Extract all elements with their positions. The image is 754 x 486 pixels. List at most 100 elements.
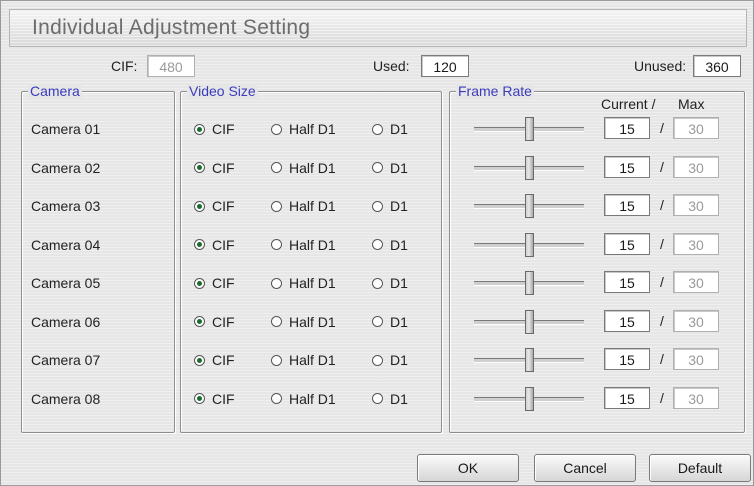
cancel-button[interactable]: Cancel xyxy=(534,454,636,482)
current-frame-rate-field[interactable]: 15 xyxy=(604,271,650,293)
radio-circle-icon xyxy=(194,393,205,404)
slash-separator: / xyxy=(660,389,664,406)
slash-separator: / xyxy=(660,235,664,252)
frame-rate-slider[interactable] xyxy=(474,115,584,143)
max-frame-rate-field: 30 xyxy=(673,194,719,216)
video-size-radio-cif[interactable]: CIF xyxy=(194,352,235,368)
default-button[interactable]: Default xyxy=(649,454,751,482)
slider-thumb[interactable] xyxy=(525,309,534,334)
camera-name: Camera 06 xyxy=(31,313,101,330)
video-size-radio-half-d1[interactable]: Half D1 xyxy=(271,314,336,330)
radio-label: CIF xyxy=(212,121,235,137)
video-size-radio-d1[interactable]: D1 xyxy=(372,352,408,368)
video-size-radio-d1[interactable]: D1 xyxy=(372,237,408,253)
radio-circle-icon xyxy=(372,162,383,173)
slider-thumb[interactable] xyxy=(525,348,534,372)
radio-circle-icon xyxy=(372,200,383,212)
cif-value-field: 480 xyxy=(147,55,195,77)
video-size-radio-d1[interactable]: D1 xyxy=(372,160,408,176)
radio-label: D1 xyxy=(390,198,408,214)
current-frame-rate-field[interactable]: 15 xyxy=(604,386,650,409)
slash-separator: / xyxy=(660,274,664,290)
video-size-radio-half-d1[interactable]: Half D1 xyxy=(271,352,336,368)
video-size-radio-cif[interactable]: CIF xyxy=(194,314,235,330)
radio-label: D1 xyxy=(390,121,408,137)
frame-rate-slider[interactable] xyxy=(474,346,584,374)
video-size-radio-half-d1[interactable]: Half D1 xyxy=(271,237,336,253)
radio-label: D1 xyxy=(390,390,408,407)
radio-label: D1 xyxy=(390,236,408,253)
video-size-radio-cif[interactable]: CIF xyxy=(194,391,235,407)
video-size-radio-half-d1[interactable]: Half D1 xyxy=(271,275,336,291)
radio-label: Half D1 xyxy=(289,236,336,253)
max-frame-rate-field: 30 xyxy=(673,155,719,178)
unused-label: Unused: xyxy=(634,58,687,74)
frame-rate-slider[interactable] xyxy=(474,385,584,413)
frame-rate-slider[interactable] xyxy=(474,308,584,336)
video-size-radio-d1[interactable]: D1 xyxy=(372,275,408,291)
slash-separator: / xyxy=(660,120,664,136)
current-frame-rate-field[interactable]: 15 xyxy=(604,309,650,332)
video-size-radio-cif[interactable]: CIF xyxy=(194,275,235,291)
slider-thumb[interactable] xyxy=(525,194,534,218)
frame-rate-slider[interactable] xyxy=(474,269,584,297)
max-frame-rate-field: 30 xyxy=(673,271,719,293)
radio-label: CIF xyxy=(212,236,235,253)
slider-thumb[interactable] xyxy=(525,271,534,295)
radio-circle-icon xyxy=(194,123,205,135)
radio-circle-icon xyxy=(372,239,383,250)
current-frame-rate-field[interactable]: 15 xyxy=(604,117,650,139)
max-frame-rate-field: 30 xyxy=(673,386,719,409)
current-frame-rate-field[interactable]: 15 xyxy=(604,155,650,178)
radio-label: CIF xyxy=(212,159,235,176)
video-size-radio-cif[interactable]: CIF xyxy=(194,160,235,176)
settings-window: Individual Adjustment Setting CIF: 480 U… xyxy=(0,0,754,486)
video-size-group-legend: Video Size xyxy=(187,83,258,99)
video-size-radio-d1[interactable]: D1 xyxy=(372,198,408,214)
frame-rate-slider[interactable] xyxy=(474,154,584,182)
radio-label: Half D1 xyxy=(289,121,336,137)
camera-name: Camera 01 xyxy=(31,121,101,137)
video-size-radio-d1[interactable]: D1 xyxy=(372,314,408,330)
video-size-radio-half-d1[interactable]: Half D1 xyxy=(271,198,336,214)
max-frame-rate-field: 30 xyxy=(673,348,719,370)
slider-thumb[interactable] xyxy=(525,386,534,411)
video-size-radio-half-d1[interactable]: Half D1 xyxy=(271,391,336,407)
radio-label: CIF xyxy=(212,198,235,214)
radio-circle-icon xyxy=(271,354,282,366)
video-size-radio-cif[interactable]: CIF xyxy=(194,121,235,137)
current-frame-rate-field[interactable]: 15 xyxy=(604,194,650,216)
radio-circle-icon xyxy=(194,354,205,366)
video-size-radio-half-d1[interactable]: Half D1 xyxy=(271,121,336,137)
slash-separator: / xyxy=(660,158,664,175)
video-size-radio-cif[interactable]: CIF xyxy=(194,237,235,253)
video-size-radio-d1[interactable]: D1 xyxy=(372,121,408,137)
radio-circle-icon xyxy=(194,277,205,289)
current-frame-rate-field[interactable]: 15 xyxy=(604,348,650,370)
current-frame-rate-field[interactable]: 15 xyxy=(604,232,650,255)
title-bar: Individual Adjustment Setting xyxy=(9,9,747,47)
radio-circle-icon xyxy=(271,393,282,404)
frame-rate-slider[interactable] xyxy=(474,192,584,220)
video-size-radio-cif[interactable]: CIF xyxy=(194,198,235,214)
slash-separator: / xyxy=(660,197,664,213)
slider-thumb[interactable] xyxy=(525,117,534,141)
frame-rate-slider[interactable] xyxy=(474,231,584,259)
radio-circle-icon xyxy=(271,200,282,212)
video-size-radio-half-d1[interactable]: Half D1 xyxy=(271,160,336,176)
slider-thumb[interactable] xyxy=(525,155,534,180)
radio-label: D1 xyxy=(390,275,408,291)
radio-label: Half D1 xyxy=(289,390,336,407)
max-frame-rate-field: 30 xyxy=(673,309,719,332)
slider-thumb[interactable] xyxy=(525,232,534,257)
radio-label: Half D1 xyxy=(289,313,336,330)
radio-label: Half D1 xyxy=(289,159,336,176)
ok-button[interactable]: OK xyxy=(417,454,519,482)
current-column-header: Current / xyxy=(601,96,656,112)
video-size-radio-d1[interactable]: D1 xyxy=(372,391,408,407)
radio-circle-icon xyxy=(194,200,205,212)
max-column-header: Max xyxy=(678,96,705,112)
radio-circle-icon xyxy=(271,316,282,327)
radio-circle-icon xyxy=(372,316,383,327)
frame-rate-group-legend: Frame Rate xyxy=(456,83,534,99)
